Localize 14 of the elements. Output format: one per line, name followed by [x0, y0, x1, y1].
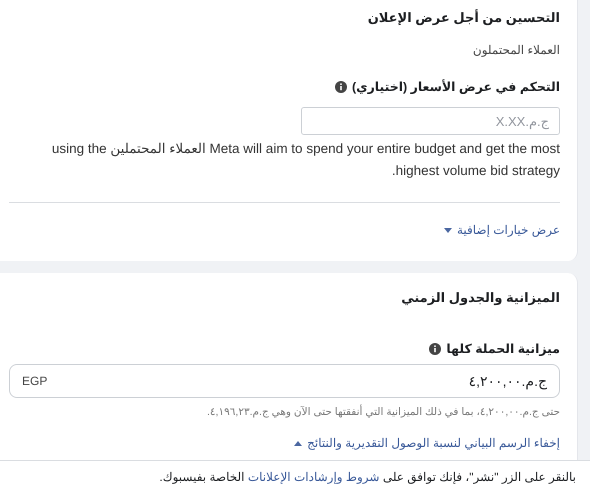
section-title: التحسين من أجل عرض الإعلان — [368, 10, 560, 26]
section-title: الميزانية والجدول الزمني — [401, 290, 560, 306]
bid-input-field[interactable]: ج.م.X.XX — [301, 107, 560, 135]
description-text: Meta will aim to spend your entire budget and get the most العملاء المحتملين using the highest volume bid strategy. — [50, 140, 560, 180]
terms-text: بالنقر على الزر "نشر"، فإنك توافق على شروط وإرشادات الإعلانات الخاصة بفيسبوك. — [159, 470, 576, 484]
info-icon[interactable] — [429, 342, 442, 354]
budget-hint: حتى ج.م.٤,٢٠٠,٠٠، بما في ذلك الميزانية التي أنفقتها حتى الآن وهي ج.م.٤,١٩٦,٢٣. — [207, 406, 560, 418]
hide-chart-link[interactable]: إخفاء الرسم البياني لنسبة الوصول التقديرية والنتائج — [294, 436, 560, 450]
more-options-link[interactable]: عرض خيارات إضافية — [444, 223, 560, 237]
terms-link[interactable]: شروط وإرشادات الإعلانات — [248, 470, 380, 484]
field-label: التحكم في عرض الأسعار (اختياري) — [352, 79, 560, 94]
field-label: ميزانية الحملة كلها — [446, 341, 560, 356]
optimization-value: العملاء المحتملون — [472, 43, 560, 57]
info-icon[interactable] — [334, 80, 347, 92]
